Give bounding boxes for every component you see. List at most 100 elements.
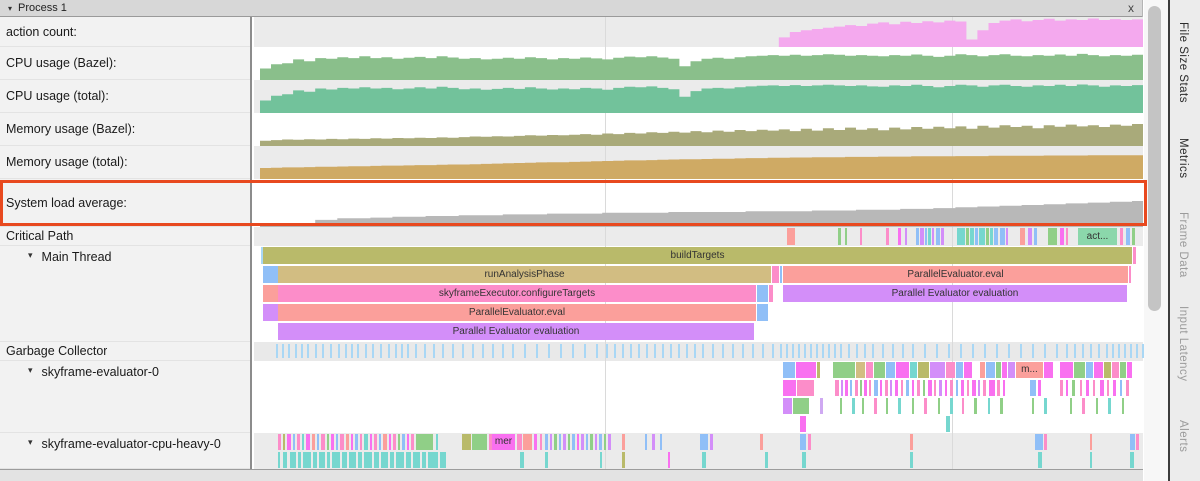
- gc-tick[interactable]: [622, 344, 624, 358]
- trace-slice[interactable]: [586, 434, 588, 450]
- trace-slice[interactable]: [278, 452, 280, 468]
- gc-tick[interactable]: [686, 344, 688, 358]
- trace-slice[interactable]: [956, 362, 963, 378]
- trace-slice[interactable]: [645, 434, 647, 450]
- track-content-critical-path[interactable]: act...: [254, 227, 1143, 246]
- trace-slice[interactable]: [1093, 380, 1095, 396]
- trace-slice[interactable]: [1060, 362, 1073, 378]
- trace-slice[interactable]: [393, 434, 396, 450]
- trace-slice[interactable]: [757, 285, 768, 302]
- trace-slice[interactable]: [946, 362, 955, 378]
- trace-slice[interactable]: [1008, 362, 1015, 378]
- trace-slice[interactable]: [986, 228, 989, 245]
- gc-tick[interactable]: [1020, 344, 1022, 358]
- trace-slice[interactable]: [355, 434, 358, 450]
- trace-slice[interactable]: [568, 434, 570, 450]
- trace-slice[interactable]: [796, 362, 816, 378]
- trace-slice[interactable]: [1044, 398, 1047, 414]
- trace-slice[interactable]: [1104, 362, 1111, 378]
- trace-slice[interactable]: [905, 228, 907, 245]
- trace-slice[interactable]: [885, 380, 888, 396]
- gc-tick[interactable]: [786, 344, 788, 358]
- trace-slice[interactable]: [898, 398, 901, 414]
- process-header[interactable]: ▾ Process 1 x: [0, 0, 1142, 17]
- trace-slice[interactable]: [520, 452, 524, 468]
- gc-tick[interactable]: [804, 344, 806, 358]
- trace-slice[interactable]: [297, 434, 300, 450]
- trace-slice[interactable]: [1034, 228, 1037, 245]
- trace-slice[interactable]: [1000, 228, 1005, 245]
- trace-slice[interactable]: [263, 285, 278, 302]
- trace-slice[interactable]: [554, 434, 557, 450]
- trace-slice[interactable]: [820, 398, 823, 414]
- trace-slice[interactable]: [1060, 380, 1063, 396]
- gc-tick[interactable]: [322, 344, 324, 358]
- gc-tick[interactable]: [452, 344, 454, 358]
- gc-tick[interactable]: [996, 344, 998, 358]
- trace-slice[interactable]: [862, 398, 864, 414]
- gc-tick[interactable]: [834, 344, 836, 358]
- gc-tick[interactable]: [307, 344, 309, 358]
- trace-slice[interactable]: [800, 416, 806, 432]
- trace-slice[interactable]: [1038, 380, 1041, 396]
- track-label-memory-usage-total[interactable]: Memory usage (total):: [0, 146, 250, 179]
- trace-slice[interactable]: [1136, 434, 1139, 450]
- trace-slice[interactable]: [313, 452, 317, 468]
- trace-slice[interactable]: [1006, 228, 1008, 245]
- trace-slice[interactable]: [346, 434, 349, 450]
- gc-tick[interactable]: [572, 344, 574, 358]
- track-label-main-thread[interactable]: ▾Main Thread: [0, 246, 250, 342]
- trace-slice[interactable]: [428, 452, 438, 468]
- gc-tick[interactable]: [512, 344, 514, 358]
- trace-slice[interactable]: [1080, 380, 1082, 396]
- gc-tick[interactable]: [407, 344, 409, 358]
- trace-slice[interactable]: [342, 452, 347, 468]
- track-label-skyframe-evaluator-0[interactable]: ▾skyframe-evaluator-0: [0, 361, 250, 433]
- gc-tick[interactable]: [762, 344, 764, 358]
- trace-slice-buildtargets[interactable]: buildTargets: [263, 247, 1132, 264]
- trace-slice[interactable]: [293, 434, 295, 450]
- gc-tick[interactable]: [972, 344, 974, 358]
- gc-tick[interactable]: [984, 344, 986, 358]
- trace-slice[interactable]: [964, 362, 972, 378]
- trace-slice[interactable]: [700, 434, 708, 450]
- trace-slice[interactable]: [896, 362, 909, 378]
- trace-slice[interactable]: [957, 228, 965, 245]
- trace-slice[interactable]: [317, 434, 319, 450]
- trace-slice[interactable]: [989, 380, 995, 396]
- gc-tick[interactable]: [1056, 344, 1058, 358]
- gc-tick[interactable]: [502, 344, 504, 358]
- trace-slice[interactable]: [941, 228, 944, 245]
- trace-slice[interactable]: [283, 434, 285, 450]
- trace-slice[interactable]: [331, 434, 334, 450]
- gc-tick[interactable]: [442, 344, 444, 358]
- trace-slice[interactable]: [916, 228, 919, 245]
- trace-slice[interactable]: [534, 434, 537, 450]
- trace-slice[interactable]: [932, 228, 934, 245]
- trace-slice[interactable]: [874, 398, 877, 414]
- trace-slice[interactable]: [1028, 228, 1032, 245]
- gc-tick[interactable]: [482, 344, 484, 358]
- trace-slice[interactable]: [852, 398, 855, 414]
- trace-slice[interactable]: [517, 434, 522, 450]
- trace-slice[interactable]: [972, 380, 976, 396]
- trace-slice[interactable]: [1030, 380, 1036, 396]
- tab-input-latency[interactable]: Input Latency: [1177, 306, 1189, 382]
- trace-slice[interactable]: [622, 434, 625, 450]
- trace-slice[interactable]: [1120, 380, 1122, 396]
- trace-slice[interactable]: [760, 434, 763, 450]
- trace-slice[interactable]: [950, 380, 953, 396]
- gc-tick[interactable]: [1066, 344, 1068, 358]
- trace-slice[interactable]: [327, 434, 329, 450]
- gc-tick[interactable]: [295, 344, 297, 358]
- trace-slice[interactable]: [886, 398, 888, 414]
- trace-slice[interactable]: [1066, 228, 1068, 245]
- trace-slice[interactable]: [934, 380, 936, 396]
- trace-slice[interactable]: [595, 434, 597, 450]
- trace-slice[interactable]: [1072, 380, 1075, 396]
- gc-tick[interactable]: [584, 344, 586, 358]
- trace-slice[interactable]: [413, 452, 420, 468]
- trace-slice[interactable]: [608, 434, 611, 450]
- trace-slice[interactable]: [808, 434, 811, 450]
- trace-slice[interactable]: [895, 380, 898, 396]
